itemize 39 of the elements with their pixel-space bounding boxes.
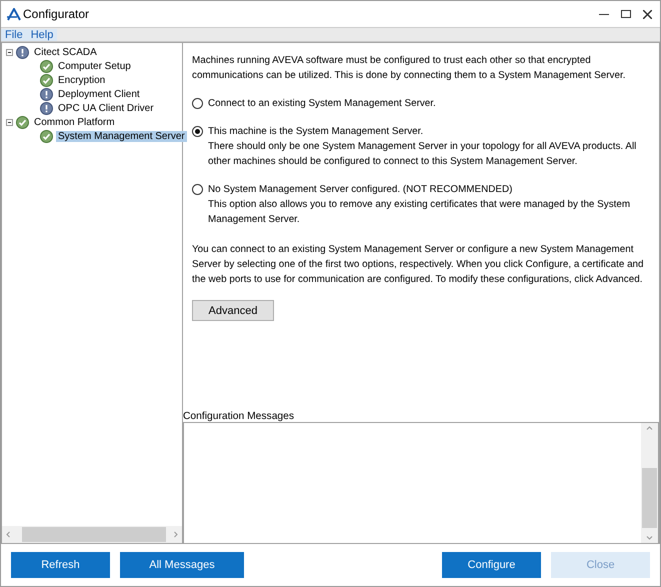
check-icon	[40, 130, 53, 142]
scrollbar-thumb[interactable]	[22, 527, 166, 542]
action-button[interactable]: Refresh	[11, 552, 110, 578]
window-title: Configurator	[23, 7, 90, 21]
tree-item[interactable]: Encryption	[56, 74, 108, 86]
tree-item[interactable]: Deployment Client	[56, 88, 142, 100]
check-icon	[40, 74, 53, 86]
logo-icon	[7, 8, 21, 20]
tree-item[interactable]: OPC UA Client Driver	[56, 102, 156, 114]
radio-button[interactable]	[192, 98, 203, 109]
messages-label: Configuration Messages	[183, 411, 296, 422]
radio-button[interactable]	[192, 184, 203, 195]
option-label[interactable]: This machine is the System Management Server.	[208, 124, 649, 139]
menu-item[interactable]: File	[1, 28, 27, 40]
action-button[interactable]: All Messages	[120, 552, 244, 578]
scrollbar-thumb[interactable]	[642, 468, 657, 528]
info-text: You can connect to an existing System Management Server or configure a new System Management Server by selecting one of the first two options, respectively. When you click Configure, a certificate and the web ports to use for communication are configured. To modify these configurations, click Advanced.	[192, 243, 645, 287]
tree-item[interactable]: System Management Server	[56, 130, 187, 142]
menu-item[interactable]: Help	[26, 28, 58, 40]
option-label[interactable]: Connect to an existing System Management Server.	[208, 96, 436, 111]
action-button[interactable]: Configure	[442, 552, 541, 578]
tree-item[interactable]: Citect SCADA	[32, 46, 99, 58]
advanced-button[interactable]: Advanced	[192, 300, 274, 321]
maximize-icon[interactable]	[621, 10, 631, 18]
info-icon	[40, 102, 53, 114]
intro-text: Machines running AVEVA software must be configured to trust each other so that encrypted communications can be utilized. This is done by connecting them to a System Management Server.	[192, 54, 626, 83]
option-description: There should only be one System Management Server in your topology for all AVEVA products. All other machines should be configured to connect to this System Management Server.	[208, 140, 638, 169]
option-label[interactable]: No System Management Server configured. (NOT RECOMMENDED)	[208, 182, 649, 197]
info-icon	[40, 88, 53, 100]
radio-button[interactable]	[192, 126, 203, 137]
close-icon[interactable]	[643, 10, 652, 18]
check-icon	[40, 60, 53, 72]
check-icon	[16, 116, 29, 128]
option-description: This option also allows you to remove any existing certificates that were managed by the System Management Server.	[208, 198, 632, 227]
info-icon	[16, 46, 29, 58]
collapse-icon[interactable]	[6, 48, 13, 56]
tree-item[interactable]: Common Platform	[32, 116, 117, 128]
collapse-icon[interactable]	[6, 118, 13, 126]
tree-item[interactable]: Computer Setup	[56, 60, 133, 72]
